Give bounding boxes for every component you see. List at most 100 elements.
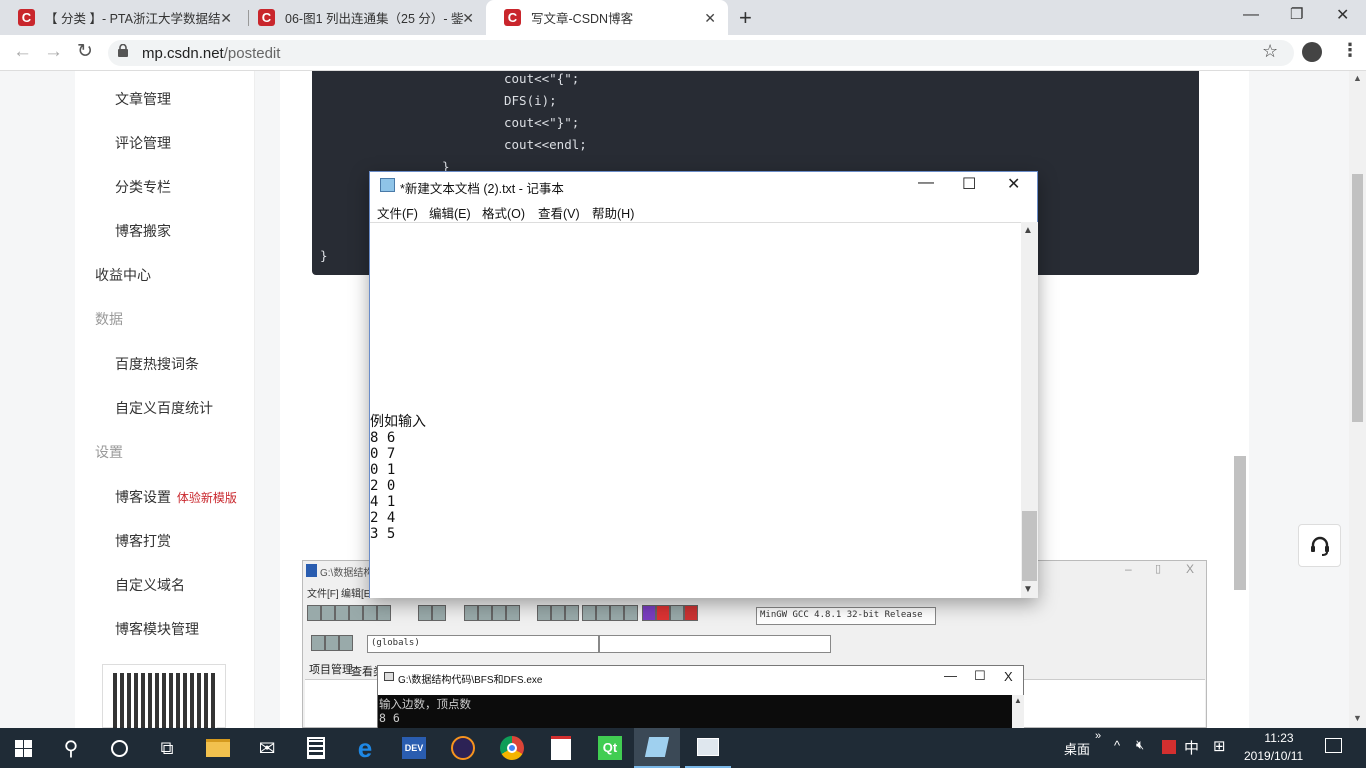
- sidebar-item-baidu-hot[interactable]: 百度热搜词条: [115, 354, 199, 374]
- page-scrollbar[interactable]: ▲ ▼: [1349, 71, 1366, 728]
- bookmark-star-icon[interactable]: ☆: [1262, 41, 1278, 62]
- symbol-select[interactable]: [599, 635, 831, 653]
- scope-select[interactable]: (globals): [367, 635, 599, 653]
- class-icon[interactable]: [311, 635, 325, 651]
- reload-icon[interactable]: ↻: [77, 40, 93, 63]
- find-icon[interactable]: [463, 605, 478, 621]
- address-bar[interactable]: mp.csdn.net/postedit: [108, 40, 1294, 66]
- back-icon[interactable]: ←: [13, 41, 32, 63]
- layout-icon[interactable]: [582, 605, 597, 621]
- desktop-toolbar-label[interactable]: 桌面: [1064, 739, 1090, 758]
- unindent-icon[interactable]: [505, 605, 520, 621]
- open-file-icon[interactable]: [321, 605, 335, 621]
- volume-muted-icon[interactable]: 🔇︎: [1136, 737, 1144, 753]
- console-close-icon[interactable]: X: [1004, 669, 1013, 684]
- toolbar-expand-icon[interactable]: »: [1095, 730, 1101, 742]
- sidebar-item-revenue[interactable]: 收益中心: [95, 265, 151, 285]
- undo-icon[interactable]: [418, 605, 433, 621]
- file-explorer-icon[interactable]: [195, 728, 241, 768]
- scroll-down-arrow-icon[interactable]: ▼: [1353, 713, 1362, 723]
- check-syntax-icon[interactable]: [642, 605, 656, 621]
- app-taskbar-icon[interactable]: [685, 728, 731, 768]
- ime-mode-icon[interactable]: ⊞: [1213, 737, 1226, 755]
- notepad-menu-view[interactable]: 查看(V): [538, 203, 580, 222]
- close-tab-icon[interactable]: ✕: [462, 10, 474, 27]
- start-button[interactable]: [0, 728, 46, 768]
- profile-avatar-icon[interactable]: [1302, 42, 1322, 62]
- browser-tab[interactable]: C 【 分类 】- PTA浙江大学数据结 ✕: [0, 0, 244, 35]
- grid-icon[interactable]: [610, 605, 625, 621]
- task-view-icon[interactable]: ⧉: [144, 728, 190, 768]
- new-tab-button[interactable]: +: [739, 5, 752, 31]
- new-file-icon[interactable]: [307, 605, 321, 621]
- close-tab-icon[interactable]: ✕: [220, 10, 232, 27]
- forward-icon[interactable]: →: [44, 41, 63, 63]
- page-scrollbar-thumb[interactable]: [1352, 174, 1363, 422]
- sidebar-item-module-manage[interactable]: 博客模块管理: [115, 619, 199, 639]
- back-nav-icon[interactable]: [536, 605, 551, 621]
- bookmark-icon[interactable]: [564, 605, 579, 621]
- chart-icon[interactable]: [670, 605, 684, 621]
- console-maximize-icon[interactable]: ☐: [974, 668, 986, 684]
- member-icon[interactable]: [325, 635, 339, 651]
- print-icon[interactable]: [377, 605, 391, 621]
- sidebar-item-baidu-stats[interactable]: 自定义百度统计: [115, 398, 213, 418]
- console-output-area[interactable]: 输入边数，顶点数 8 6: [378, 695, 1012, 729]
- devcpp-close-icon[interactable]: X: [1186, 562, 1194, 576]
- sidebar-item-category[interactable]: 分类专栏: [115, 177, 171, 197]
- search-icon[interactable]: ⚲: [48, 728, 94, 768]
- sidebar-item-comment-manage[interactable]: 评论管理: [115, 133, 171, 153]
- cortana-icon[interactable]: [96, 728, 142, 768]
- notepad-maximize-icon[interactable]: ☐: [962, 174, 976, 194]
- qt-creator-icon[interactable]: Qt: [587, 728, 633, 768]
- editor-scrollbar-thumb[interactable]: [1234, 456, 1246, 590]
- notepad-scrollbar-thumb[interactable]: [1022, 511, 1037, 581]
- clock-time[interactable]: 11:23: [1259, 731, 1299, 745]
- tray-overflow-icon[interactable]: ^: [1114, 738, 1120, 753]
- sidebar-item-blog-settings[interactable]: 博客设置 体验新模版: [115, 487, 237, 507]
- notepad-scroll-down-icon[interactable]: ▼: [1023, 584, 1033, 595]
- action-center-icon[interactable]: [1325, 738, 1342, 753]
- acrobat-icon[interactable]: [538, 728, 584, 768]
- ime-indicator[interactable]: 中: [1184, 737, 1199, 758]
- goto-icon[interactable]: [339, 635, 353, 651]
- calculator-icon[interactable]: [293, 728, 339, 768]
- notepad-menu-format[interactable]: 格式(O): [482, 203, 525, 222]
- tab-project-manage[interactable]: 项目管理: [309, 661, 353, 677]
- mail-icon[interactable]: ✉: [244, 728, 290, 768]
- devcpp-restore-icon[interactable]: ▯: [1155, 562, 1161, 575]
- more-menu-icon[interactable]: ⋮: [1341, 40, 1359, 61]
- browser-tab[interactable]: C 06-图1 列出连通集（25 分）- 鈭 ✕: [240, 0, 486, 35]
- restore-icon[interactable]: ❐: [1290, 5, 1303, 23]
- scroll-up-arrow-icon[interactable]: ▲: [1353, 73, 1362, 83]
- support-button[interactable]: [1298, 524, 1341, 567]
- notepad-scrollbar[interactable]: ▲ ▼: [1021, 222, 1038, 598]
- close-tab-icon[interactable]: ✕: [704, 10, 716, 27]
- notepad-scroll-up-icon[interactable]: ▲: [1023, 225, 1033, 236]
- notepad-menu-help[interactable]: 帮助(H): [592, 203, 634, 222]
- close-window-icon[interactable]: ✕: [1336, 5, 1349, 25]
- notepad-menu-file[interactable]: 文件(F): [377, 203, 418, 222]
- devcpp-menu-file[interactable]: 文件[F]: [307, 585, 339, 600]
- redo-icon[interactable]: [432, 605, 447, 621]
- notepad-minimize-icon[interactable]: —: [918, 174, 934, 192]
- chrome-icon[interactable]: [489, 728, 535, 768]
- sidebar-item-blog-move[interactable]: 博客搬家: [115, 221, 171, 241]
- close-file-icon[interactable]: [363, 605, 377, 621]
- new-template-badge[interactable]: 体验新模版: [177, 491, 237, 505]
- compiler-select[interactable]: MinGW GCC 4.8.1 32-bit Release: [756, 607, 936, 625]
- security-tray-icon[interactable]: [1162, 740, 1176, 754]
- devcpp-minimize-icon[interactable]: –: [1125, 562, 1132, 576]
- stop-icon[interactable]: [656, 605, 670, 621]
- console-minimize-icon[interactable]: —: [944, 668, 957, 683]
- devcpp-menu-edit[interactable]: 编辑[E: [341, 585, 370, 600]
- dev-cpp-icon[interactable]: DEV: [391, 728, 437, 768]
- sidebar-item-article-manage[interactable]: 文章管理: [115, 89, 171, 109]
- save-all-icon[interactable]: [349, 605, 363, 621]
- debug-icon[interactable]: [684, 605, 698, 621]
- edge-icon[interactable]: e: [342, 728, 388, 768]
- indent-icon[interactable]: [491, 605, 506, 621]
- save-icon[interactable]: [335, 605, 349, 621]
- clock-date[interactable]: 2019/10/11: [1244, 749, 1303, 763]
- browser-tab-active[interactable]: C 写文章-CSDN博客 ✕: [486, 0, 728, 35]
